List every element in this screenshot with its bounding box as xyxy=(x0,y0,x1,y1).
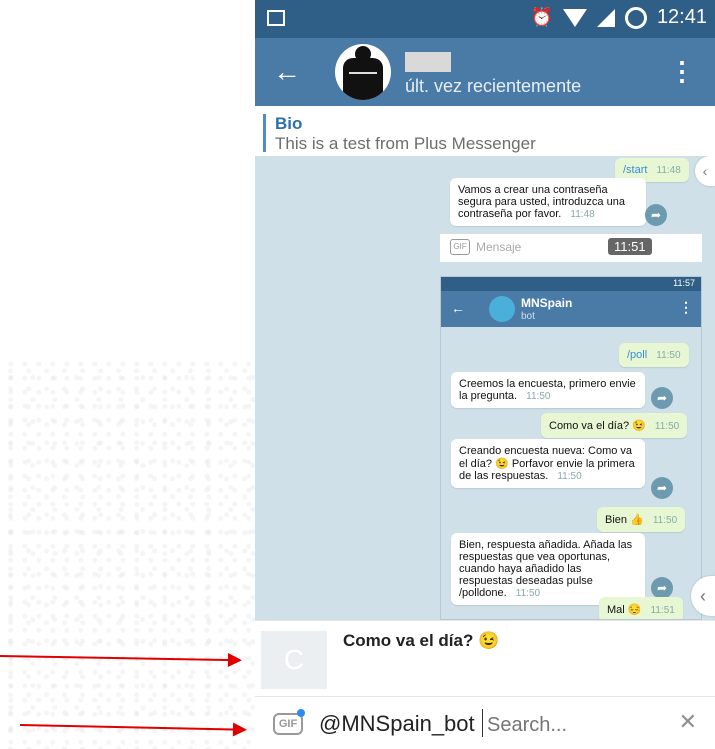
redacted-name xyxy=(405,52,451,72)
message-question: Como va el día? 😉 11:50 xyxy=(541,413,688,438)
bio-text: This is a test from Plus Messenger xyxy=(275,134,536,153)
kebab-menu-icon[interactable]: ⋮ xyxy=(669,56,695,87)
phone-screen: ⏰ 12:41 ← últ. vez recientemente ⋮ Bio T… xyxy=(255,0,715,749)
alarm-icon: ⏰ xyxy=(530,7,553,27)
bio-panel: Bio This is a test from Plus Messenger xyxy=(255,106,715,156)
chevron-left-icon[interactable]: ‹ xyxy=(695,156,715,186)
message-time: 11:50 xyxy=(656,350,681,361)
message-new-poll: Creando encuesta nueva: Como va el día? … xyxy=(451,439,645,488)
message-text: Creando encuesta nueva: Como va el día? … xyxy=(459,445,635,482)
input-bar: GIF @MNSpain_bot ✕ xyxy=(255,696,715,749)
status-bar: ⏰ 12:41 xyxy=(255,0,715,38)
message-time: 11:50 xyxy=(652,515,678,526)
avatar[interactable] xyxy=(335,44,391,100)
message-time: 11:50 xyxy=(526,391,551,402)
message-time: 11:48 xyxy=(570,209,595,220)
kebab-menu-icon[interactable]: ⋮ xyxy=(679,299,693,316)
message-text: Vamos a crear una contraseña segura para… xyxy=(458,184,625,220)
status-icons: ⏰ 12:41 xyxy=(531,6,707,29)
bot-avatar[interactable] xyxy=(489,296,515,322)
message-time: 11:50 xyxy=(515,588,541,599)
bio-label: Bio xyxy=(275,114,303,133)
wifi-icon xyxy=(562,8,587,27)
message-time: 11:50 xyxy=(654,421,680,432)
inner-chat-header: ← MNSpain bot ⋮ xyxy=(441,291,701,327)
close-icon[interactable]: ✕ xyxy=(679,709,697,735)
inner-status-time: 11:57 xyxy=(673,278,695,288)
gif-icon: GIF xyxy=(450,239,470,255)
image-icon xyxy=(267,10,285,26)
message-answer-bad: Mal 😔 11:51 xyxy=(599,597,683,619)
message-time: 11:51 xyxy=(650,605,675,616)
message-time: 11:50 xyxy=(557,471,582,482)
message-text: /start xyxy=(623,164,648,176)
message-time: 11:48 xyxy=(656,165,681,176)
inner-subtitle: bot xyxy=(521,311,535,322)
status-time: 12:41 xyxy=(656,6,707,28)
bot-username[interactable]: @MNSpain_bot xyxy=(319,711,475,737)
inline-result-item[interactable]: C Como va el día? 😉 xyxy=(255,620,715,697)
battery-icon xyxy=(624,6,647,29)
chat-area: /start 11:48 ‹ Vamos a crear una contras… xyxy=(255,156,715,620)
search-input[interactable] xyxy=(485,709,639,741)
message-text: Mal 😔 xyxy=(607,604,642,616)
arrow-left-icon[interactable]: ← xyxy=(273,56,301,88)
share-icon[interactable]: ➦ xyxy=(645,204,667,226)
signal-icon xyxy=(596,8,615,27)
share-icon[interactable]: ➦ xyxy=(651,477,673,499)
result-thumbnail: C xyxy=(261,631,327,689)
nested-screenshot: 11:57 ← MNSpain bot ⋮ /poll 11:50 Creemo… xyxy=(440,276,702,620)
text-caret xyxy=(482,709,483,737)
message-create-poll: Creemos la encuesta, primero envie la pr… xyxy=(451,372,645,408)
avatar-text-line xyxy=(349,72,377,74)
mini-placeholder: Mensaje xyxy=(476,240,522,254)
chat-header: ← últ. vez recientemente ⋮ xyxy=(255,38,715,106)
background-pattern xyxy=(0,360,255,749)
message-password: Vamos a crear una contraseña segura para… xyxy=(450,178,646,226)
result-title: Como va el día? 😉 xyxy=(343,631,500,650)
inner-status-bar: 11:57 xyxy=(441,277,701,291)
inner-title: MNSpain xyxy=(521,296,573,310)
message-text: Bien, respuesta añadida. Añada las respu… xyxy=(459,539,633,599)
bio-accent-bar xyxy=(263,114,266,152)
arrow-left-icon[interactable]: ← xyxy=(451,300,465,316)
time-badge: 11:51 xyxy=(608,238,652,255)
message-text: Bien 👍 xyxy=(605,514,644,526)
message-answer-added: Bien, respuesta añadida. Añada las respu… xyxy=(451,533,645,605)
share-icon[interactable]: ➦ xyxy=(651,577,673,599)
share-icon[interactable]: ➦ xyxy=(651,387,673,409)
message-answer-good: Bien 👍 11:50 xyxy=(597,507,686,532)
notification-dot xyxy=(297,709,305,717)
message-text: Como va el día? 😉 xyxy=(549,420,646,432)
mini-message-input: GIF Mensaje 11:51 xyxy=(440,233,702,262)
message-poll: /poll 11:50 xyxy=(619,343,689,367)
message-text: /poll xyxy=(627,349,648,361)
avatar-shirt xyxy=(343,58,383,100)
last-seen-status: últ. vez recientemente xyxy=(405,76,582,96)
left-background xyxy=(0,0,255,749)
